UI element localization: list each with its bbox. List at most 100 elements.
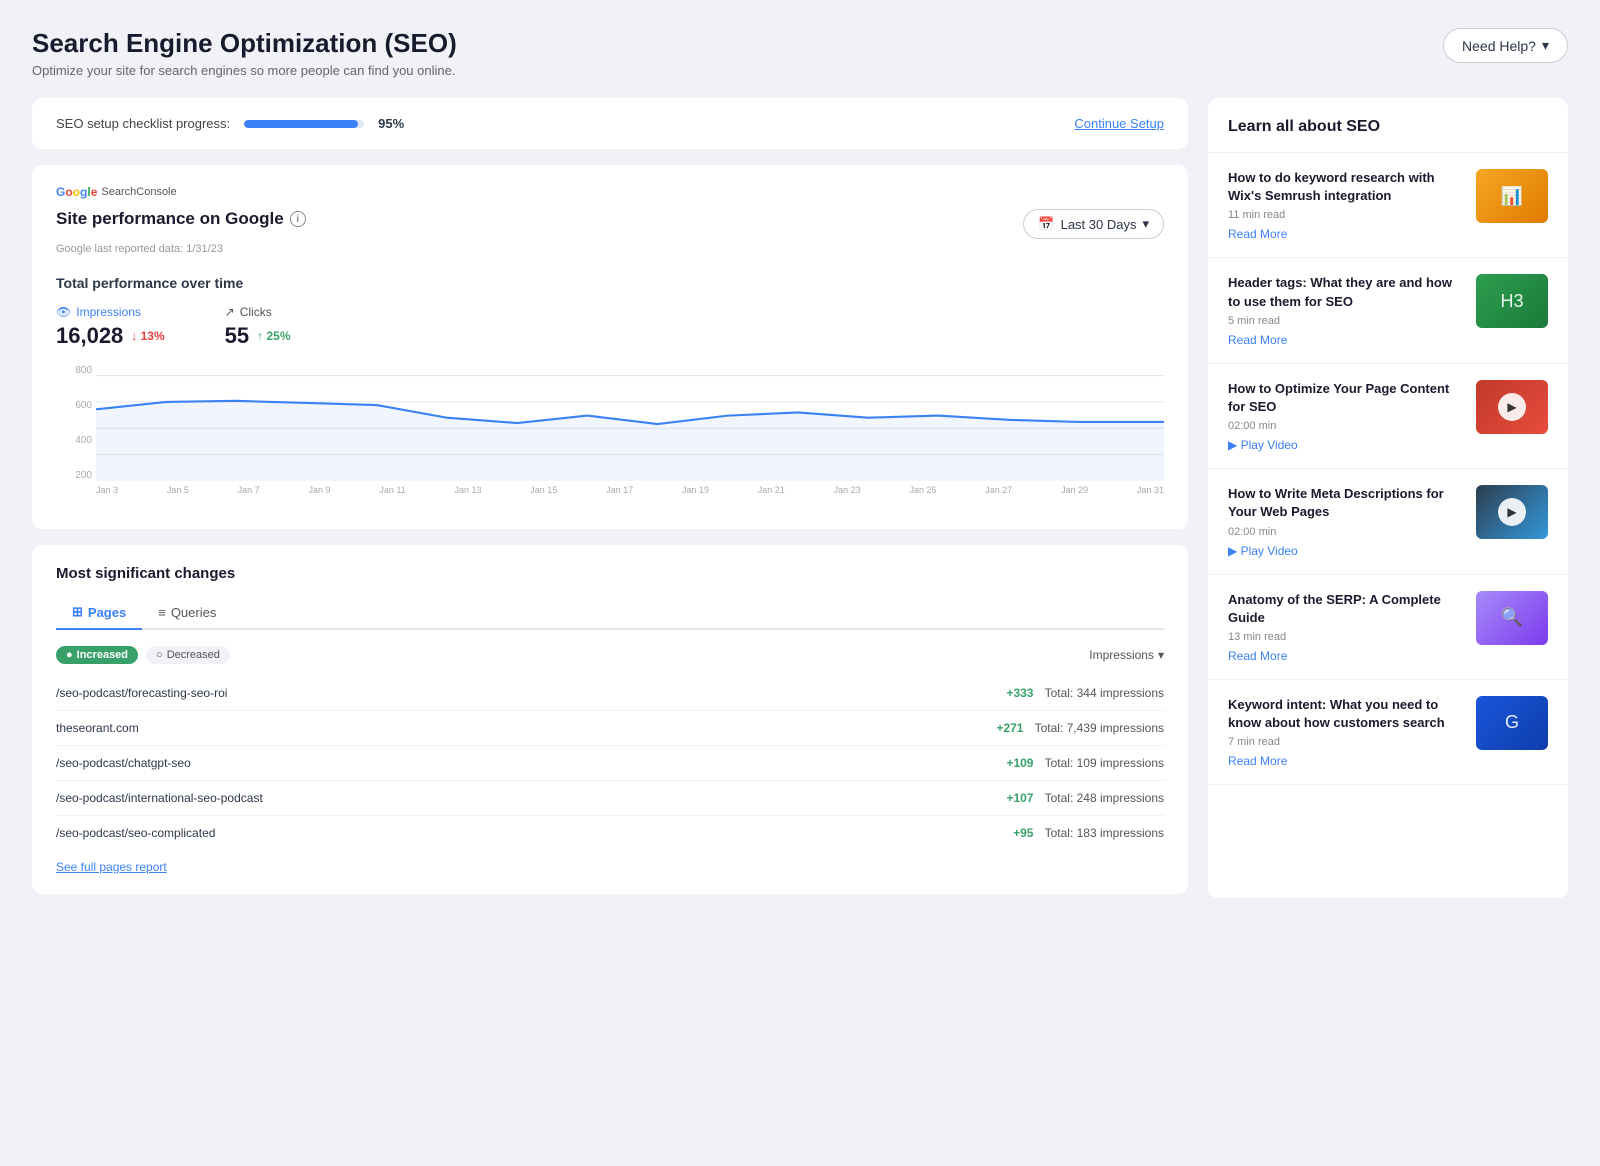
filter-badges: ● Increased ○ Decreased [56,646,230,664]
clicks-change: ↑ 25% [257,329,290,343]
learn-item-meta: 5 min read [1228,315,1462,327]
row-stats: +95 Total: 183 impressions [1013,826,1164,840]
learn-panel: Learn all about SEO How to do keyword re… [1208,98,1568,898]
learn-item-meta: 7 min read [1228,736,1462,748]
progress-percent: 95% [378,116,404,131]
badge-increased[interactable]: ● Increased [56,646,138,664]
chevron-down-icon: ▾ [1158,648,1164,662]
impressions-filter[interactable]: Impressions ▾ [1089,648,1164,662]
page-subtitle: Optimize your site for search engines so… [32,63,457,78]
tab-queries[interactable]: ≡ Queries [142,596,232,630]
learn-item-thumbnail: H3 [1476,274,1548,328]
row-total: Total: 109 impressions [1045,756,1164,770]
learn-item: Keyword intent: What you need to know ab… [1208,680,1568,785]
filters-row: ● Increased ○ Decreased Impressions ▾ [56,646,1164,664]
page-title: Search Engine Optimization (SEO) [32,28,457,59]
row-change: +109 [1006,756,1033,770]
progress-bar-fill [244,120,358,128]
need-help-button[interactable]: Need Help? ▾ [1443,28,1568,63]
read-more-link[interactable]: Read More [1228,649,1462,663]
gsc-title: Site performance on Google i [56,209,306,229]
learn-item-meta: 02:00 min [1228,420,1462,432]
learn-item: How to do keyword research with Wix's Se… [1208,153,1568,258]
need-help-label: Need Help? [1462,38,1536,54]
row-url: /seo-podcast/chatgpt-seo [56,756,191,770]
learn-item-meta: 13 min read [1228,631,1462,643]
gsc-last-report: Google last reported data: 1/31/23 [56,243,1164,255]
learn-item: Header tags: What they are and how to us… [1208,258,1568,363]
changes-tabs: ⊞ Pages ≡ Queries [56,596,1164,630]
search-console-label: SearchConsole [101,186,176,198]
continue-setup-link[interactable]: Continue Setup [1074,116,1164,131]
impressions-change: ↓ 13% [131,329,164,343]
row-total: Total: 183 impressions [1045,826,1164,840]
learn-item-title: How to Optimize Your Page Content for SE… [1228,380,1462,416]
table-row: theseorant.com +271 Total: 7,439 impress… [56,711,1164,746]
thumb-icon: G [1505,712,1519,733]
play-icon: ▶ [1498,393,1526,421]
play-video-link[interactable]: ▶ Play Video [1228,438,1462,452]
read-more-link[interactable]: Read More [1228,227,1462,241]
chevron-down-icon: ▾ [1542,37,1549,54]
row-total: Total: 248 impressions [1045,791,1164,805]
decreased-dot: ○ [156,649,163,661]
clicks-metric: ↗ Clicks 55 ↑ 25% [225,305,291,349]
progress-label: SEO setup checklist progress: [56,116,230,131]
tab-pages[interactable]: ⊞ Pages [56,596,142,630]
date-filter-label: Last 30 Days [1061,217,1137,232]
queries-tab-icon: ≡ [158,605,166,620]
clicks-label: ↗ Clicks [225,305,291,319]
learn-item: Anatomy of the SERP: A Complete Guide 13… [1208,575,1568,680]
learn-item-thumbnail: ▶ [1476,485,1548,539]
row-url: theseorant.com [56,721,139,735]
learn-item-content: How to Write Meta Descriptions for Your … [1228,485,1462,557]
pages-tab-icon: ⊞ [72,604,83,620]
chart-y-axis: 800 600 400 200 [56,365,96,481]
see-full-pages-link[interactable]: See full pages report [56,860,167,874]
row-stats: +109 Total: 109 impressions [1006,756,1164,770]
chevron-down-icon: ▾ [1142,216,1149,232]
learn-item-thumbnail: ▶ [1476,380,1548,434]
row-url: /seo-podcast/forecasting-seo-roi [56,686,227,700]
play-video-link[interactable]: ▶ Play Video [1228,544,1462,558]
progress-card: SEO setup checklist progress: 95% Contin… [32,98,1188,149]
row-total: Total: 7,439 impressions [1035,721,1164,735]
learn-item-content: Keyword intent: What you need to know ab… [1228,696,1462,768]
changes-title: Most significant changes [56,565,1164,582]
google-logo-text: Google [56,185,97,199]
learn-item-title: How to Write Meta Descriptions for Your … [1228,485,1462,521]
thumb-icon: H3 [1500,291,1523,312]
learn-item-title: Header tags: What they are and how to us… [1228,274,1462,310]
changes-card: Most significant changes ⊞ Pages ≡ Queri… [32,545,1188,894]
date-filter-button[interactable]: 📅 Last 30 Days ▾ [1023,209,1164,239]
learn-item-content: Anatomy of the SERP: A Complete Guide 13… [1228,591,1462,663]
row-change: +107 [1006,791,1033,805]
chart-x-axis: Jan 3 Jan 5 Jan 7 Jan 9 Jan 11 Jan 13 Ja… [96,485,1164,505]
chart-svg-container [96,365,1164,481]
read-more-link[interactable]: Read More [1228,754,1462,768]
increased-dot: ● [66,649,73,661]
learn-item-content: How to Optimize Your Page Content for SE… [1228,380,1462,452]
read-more-link[interactable]: Read More [1228,333,1462,347]
row-stats: +107 Total: 248 impressions [1006,791,1164,805]
learn-item-meta: 11 min read [1228,209,1462,221]
cursor-icon: ↗ [225,305,235,319]
line-chart-svg [96,365,1164,481]
table-row: /seo-podcast/international-seo-podcast +… [56,781,1164,816]
learn-item-content: Header tags: What they are and how to us… [1228,274,1462,346]
badge-decreased[interactable]: ○ Decreased [146,646,230,664]
impressions-label: 👁 Impressions [56,305,165,319]
row-change: +95 [1013,826,1033,840]
learn-item-content: How to do keyword research with Wix's Se… [1228,169,1462,241]
learn-item: How to Optimize Your Page Content for SE… [1208,364,1568,469]
learn-panel-title: Learn all about SEO [1208,118,1568,153]
pages-table: /seo-podcast/forecasting-seo-roi +333 To… [56,676,1164,850]
learn-item-title: Anatomy of the SERP: A Complete Guide [1228,591,1462,627]
thumb-icon: 📊 [1501,186,1523,207]
info-icon[interactable]: i [290,211,306,227]
play-icon: ▶ [1498,498,1526,526]
row-total: Total: 344 impressions [1045,686,1164,700]
learn-items-list: How to do keyword research with Wix's Se… [1208,153,1568,785]
calendar-icon: 📅 [1038,216,1054,232]
table-row: /seo-podcast/seo-complicated +95 Total: … [56,816,1164,850]
